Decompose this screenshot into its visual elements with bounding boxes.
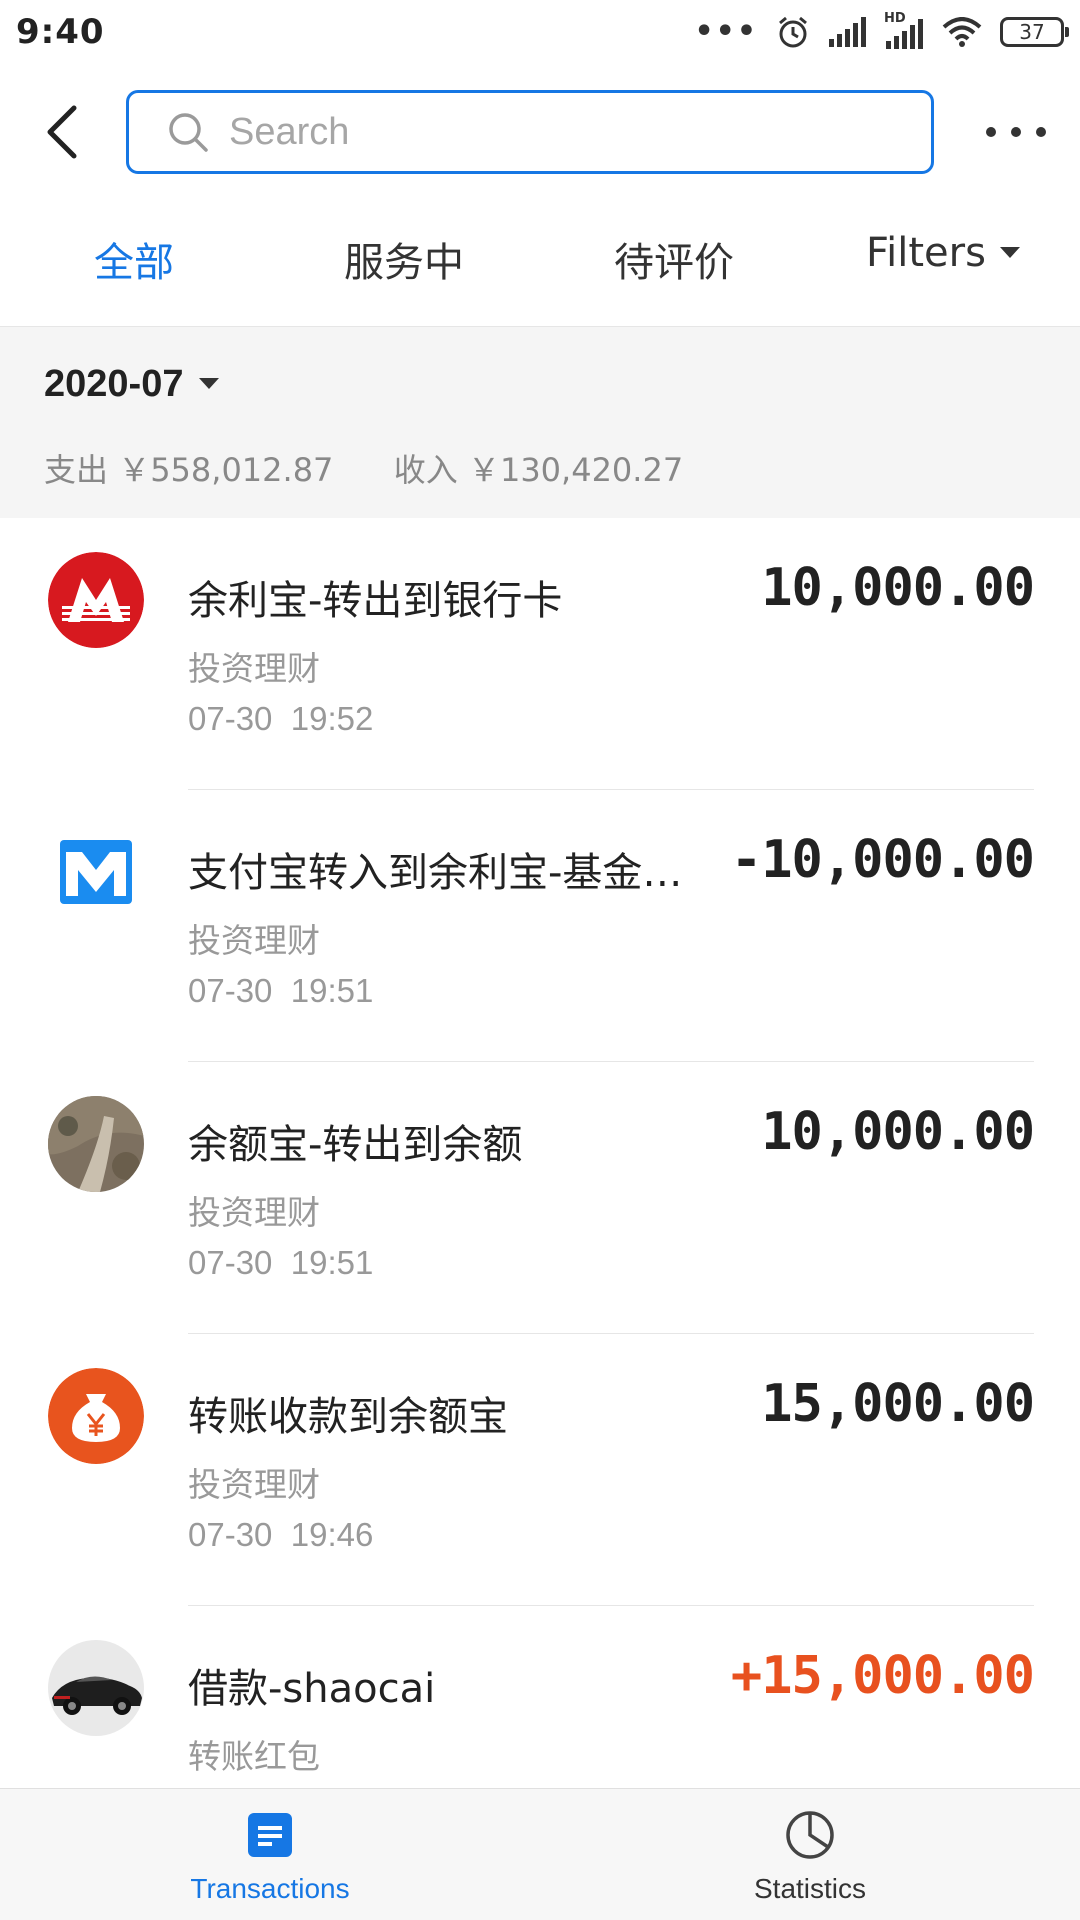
- transaction-category: 投资理财: [188, 1465, 320, 1504]
- caret-down-icon: [199, 378, 220, 390]
- transaction-time: 07-30 19:51: [188, 1244, 374, 1281]
- nav-transactions[interactable]: Transactions: [0, 1789, 540, 1920]
- cellular-signal-icon: [829, 17, 866, 47]
- more-notifications-icon: •••: [694, 14, 758, 49]
- transaction-title: 借款-shaocai: [188, 1666, 436, 1712]
- transaction-amount: 10,000.00: [761, 558, 1035, 618]
- search-box[interactable]: [126, 90, 934, 174]
- transaction-amount: -10,000.00: [730, 830, 1035, 890]
- expense-label: 支出: [44, 451, 109, 489]
- nav-label: Statistics: [753, 1873, 867, 1904]
- nav-statistics[interactable]: Statistics: [540, 1789, 1080, 1920]
- transaction-item[interactable]: 借款-shaocai 转账红包 +15,000.00: [0, 1606, 1080, 1788]
- document-list-icon: [248, 1813, 292, 1857]
- tab-label: Filters: [866, 230, 986, 276]
- month-summary-section: 2020-07 支出 ￥558,012.87 收入 ￥130,420.27: [0, 326, 1080, 518]
- month-label: 2020-07: [44, 363, 184, 405]
- transaction-title: 余额宝-转出到余额: [188, 1122, 523, 1168]
- more-options-icon[interactable]: [986, 112, 1046, 152]
- transaction-item[interactable]: 余额宝-转出到余额 投资理财 07-30 19:51 10,000.00: [0, 1062, 1080, 1334]
- transaction-title: 余利宝-转出到银行卡: [188, 578, 563, 624]
- income-amount: ￥130,420.27: [467, 451, 684, 489]
- landscape-photo-avatar: [48, 1096, 144, 1192]
- tab-all[interactable]: 全部: [94, 230, 174, 288]
- transaction-item[interactable]: 余利宝-转出到银行卡 投资理财 07-30 19:52 10,000.00: [0, 518, 1080, 790]
- tab-label: 待评价: [614, 240, 734, 286]
- cmb-bank-logo-icon: [48, 552, 144, 648]
- expense-amount: ￥558,012.87: [118, 451, 334, 489]
- search-icon: [169, 113, 208, 152]
- tab-filters[interactable]: Filters: [866, 230, 1020, 276]
- top-bar: [0, 84, 1080, 180]
- income-label: 收入: [393, 451, 458, 489]
- month-selector[interactable]: 2020-07: [44, 363, 220, 406]
- month-totals: 支出 ￥558,012.87 收入 ￥130,420.27: [44, 445, 683, 491]
- tab-label: 服务中: [344, 240, 464, 286]
- transaction-item[interactable]: 支付宝转入到余利宝-基金… 投资理财 07-30 19:51 -10,000.0…: [0, 790, 1080, 1062]
- bottom-navigation: Transactions Statistics: [0, 1788, 1080, 1920]
- hd-signal-icon: HD: [884, 11, 924, 49]
- alarm-icon: [779, 16, 807, 48]
- transaction-amount: +15,000.00: [730, 1646, 1035, 1706]
- caret-down-icon: [999, 246, 1020, 258]
- mybank-logo-icon: [48, 824, 144, 920]
- pie-chart-icon: [786, 1811, 834, 1859]
- tab-label: 全部: [94, 240, 174, 286]
- nav-label: Transactions: [190, 1873, 350, 1904]
- transaction-amount: 10,000.00: [761, 1102, 1035, 1162]
- transaction-time: 07-30 19:46: [188, 1516, 374, 1553]
- transaction-item[interactable]: 转账收款到余额宝 投资理财 07-30 19:46 15,000.00: [0, 1334, 1080, 1606]
- transaction-title: 支付宝转入到余利宝-基金…: [188, 850, 683, 896]
- status-bar: 9:40 ••• HD 37: [0, 0, 1080, 64]
- transaction-time: 07-30 19:52: [188, 700, 374, 737]
- transaction-time: 07-30 19:51: [188, 972, 374, 1009]
- tab-pending-review[interactable]: 待评价: [614, 230, 734, 288]
- back-arrow-icon[interactable]: [40, 102, 84, 162]
- money-bag-icon: [48, 1368, 144, 1464]
- filter-tabs: 全部 服务中 待评价 Filters: [0, 206, 1080, 316]
- search-input[interactable]: [229, 110, 869, 154]
- wifi-icon: [942, 17, 982, 47]
- transaction-category: 投资理财: [188, 921, 320, 960]
- transaction-category: 投资理财: [188, 649, 320, 688]
- tab-in-service[interactable]: 服务中: [344, 230, 464, 288]
- transaction-category: 投资理财: [188, 1193, 320, 1232]
- status-time: 9:40: [16, 12, 105, 52]
- transaction-category: 转账红包: [188, 1737, 320, 1776]
- transaction-list: 余利宝-转出到银行卡 投资理财 07-30 19:52 10,000.00 支付…: [0, 518, 1080, 1788]
- battery-icon: 37: [1000, 17, 1069, 47]
- car-photo-avatar: [48, 1640, 144, 1736]
- status-icons: ••• HD 37: [694, 11, 1069, 52]
- transaction-amount: 15,000.00: [761, 1374, 1035, 1434]
- transaction-title: 转账收款到余额宝: [188, 1394, 508, 1440]
